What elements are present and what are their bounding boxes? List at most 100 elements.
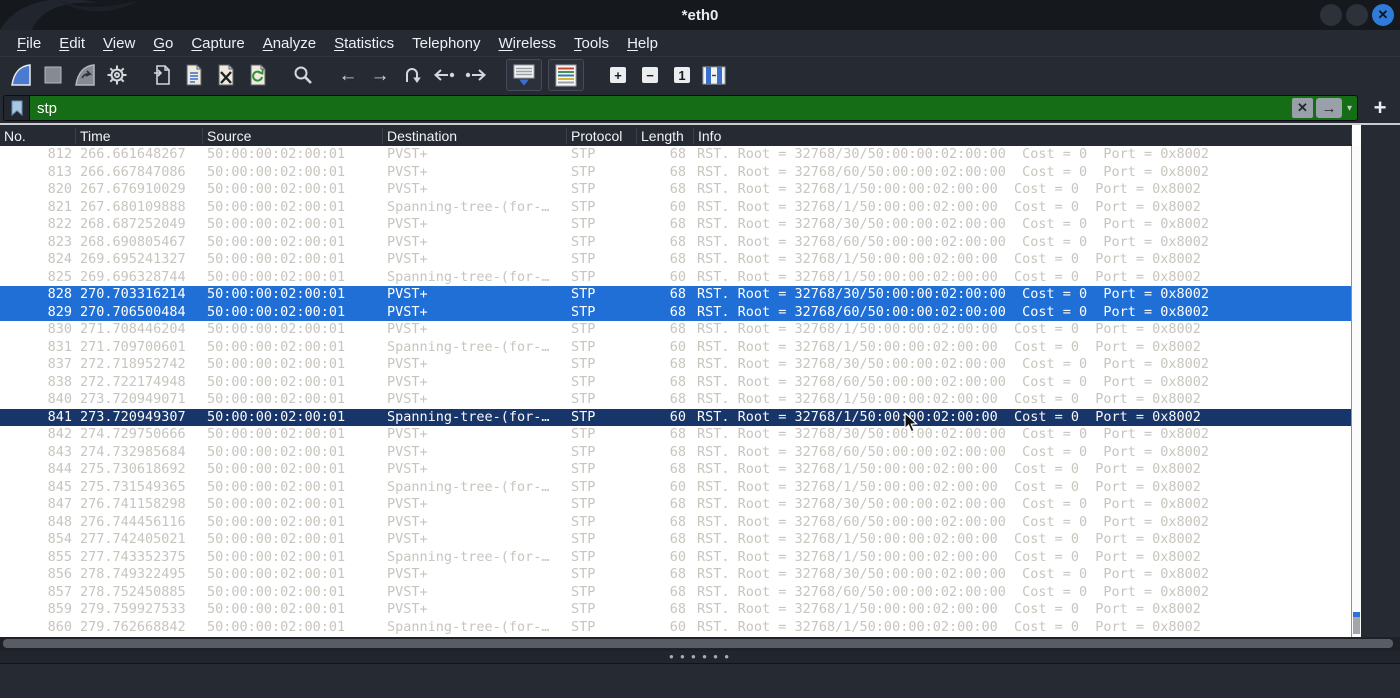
packet-row[interactable]: 848 276.744456116 50:00:00:02:00:01 PVST+ ST… <box>0 514 1352 532</box>
maximize-button[interactable] <box>1346 4 1368 26</box>
packet-cell-protocol: STP <box>571 566 596 582</box>
close-button[interactable]: ✕ <box>1372 4 1394 26</box>
menu-file[interactable]: File <box>8 32 50 55</box>
menu-edit[interactable]: Edit <box>50 32 94 55</box>
menu-view[interactable]: View <box>94 32 144 55</box>
menu-wireless[interactable]: Wireless <box>490 32 566 55</box>
go-forward-button[interactable]: → <box>365 60 395 90</box>
packet-cell-time: 268.687252049 <box>80 216 186 232</box>
packet-cell-no: 845 <box>47 478 72 495</box>
column-header-info[interactable]: Info <box>694 127 1352 144</box>
reload-file-button[interactable] <box>243 60 273 90</box>
close-file-button[interactable] <box>211 60 241 90</box>
packet-cell-length: 68 <box>669 496 686 512</box>
column-header-destination[interactable]: Destination <box>383 127 567 144</box>
add-filter-button[interactable]: + <box>1366 97 1394 119</box>
horizontal-scrollbar-thumb[interactable] <box>3 639 1393 648</box>
find-packet-button[interactable] <box>288 60 318 90</box>
packet-row[interactable]: 859 279.759927533 50:00:00:02:00:01 PVST+ ST… <box>0 601 1352 619</box>
minimize-button[interactable] <box>1320 4 1342 26</box>
packet-cell-source: 50:00:00:02:00:01 <box>207 408 346 425</box>
packet-row[interactable]: 825 269.696328744 50:00:00:02:00:01 Spannin… <box>0 269 1352 287</box>
go-back-button[interactable]: ← <box>333 60 363 90</box>
packet-row[interactable]: 812 266.661648267 50:00:00:02:00:01 PVST+ ST… <box>0 146 1352 164</box>
packet-row[interactable]: 842 274.729750666 50:00:00:02:00:01 PVST+ ST… <box>0 426 1352 444</box>
column-header-no[interactable]: No. <box>0 127 76 144</box>
packet-row[interactable]: 823 268.690805467 50:00:00:02:00:01 PVST+ ST… <box>0 234 1352 252</box>
packet-cell-no: 822 <box>47 216 72 232</box>
save-file-button[interactable] <box>179 60 209 90</box>
restart-capture-icon <box>74 63 96 87</box>
normal-size-button[interactable]: 1 <box>667 60 697 90</box>
menu-statistics[interactable]: Statistics <box>325 32 403 55</box>
go-to-packet-button[interactable] <box>397 60 427 90</box>
packet-cell-length: 60 <box>669 268 686 285</box>
display-filter-input[interactable]: stp ✕ → ▾ <box>3 95 1358 121</box>
packet-row[interactable]: 838 272.722174948 50:00:00:02:00:01 PVST+ ST… <box>0 374 1352 392</box>
packet-cell-length: 60 <box>669 408 686 425</box>
vertical-scrollbar[interactable] <box>1351 146 1361 637</box>
packet-cell-source: 50:00:00:02:00:01 <box>207 216 346 232</box>
zoom-out-button[interactable]: − <box>635 60 665 90</box>
resize-columns-button[interactable] <box>699 60 729 90</box>
packet-row[interactable]: 843 274.732985684 50:00:00:02:00:01 PVST+ ST… <box>0 444 1352 462</box>
packet-cell-protocol: STP <box>571 478 596 495</box>
menu-help[interactable]: Help <box>618 32 667 55</box>
packet-row[interactable]: 828 270.703316214 50:00:00:02:00:01 PVST+ ST… <box>0 286 1352 304</box>
go-first-packet-button[interactable] <box>429 60 459 90</box>
packet-cell-destination: PVST+ <box>387 426 428 442</box>
menu-go[interactable]: Go <box>144 32 182 55</box>
packet-row[interactable]: 837 272.718952742 50:00:00:02:00:01 PVST+ ST… <box>0 356 1352 374</box>
start-capture-button[interactable] <box>6 60 36 90</box>
vertical-scrollbar-thumb[interactable] <box>1353 612 1360 634</box>
menu-capture[interactable]: Capture <box>182 32 253 55</box>
packet-row[interactable]: 844 275.730618692 50:00:00:02:00:01 PVST+ ST… <box>0 461 1352 479</box>
pane-splitter[interactable]: ● ● ● ● ● ● <box>0 651 1400 663</box>
packet-cell-destination: Spanning-tree-(for-… <box>387 268 550 285</box>
packet-row[interactable]: 854 277.742405021 50:00:00:02:00:01 PVST+ ST… <box>0 531 1352 549</box>
packet-row[interactable]: 830 271.708446204 50:00:00:02:00:01 PVST+ ST… <box>0 321 1352 339</box>
packet-row[interactable]: 813 266.667847086 50:00:00:02:00:01 PVST+ ST… <box>0 164 1352 182</box>
menu-telephony[interactable]: Telephony <box>403 32 489 55</box>
packet-row[interactable]: 821 267.680109888 50:00:00:02:00:01 Spannin… <box>0 199 1352 217</box>
filter-dropdown-arrow[interactable]: ▾ <box>1342 103 1357 114</box>
packet-row[interactable]: 820 267.676910029 50:00:00:02:00:01 PVST+ ST… <box>0 181 1352 199</box>
packet-cell-time: 267.680109888 <box>80 198 186 215</box>
column-header-length[interactable]: Length <box>637 127 694 144</box>
packet-row[interactable]: 855 277.743352375 50:00:00:02:00:01 Spannin… <box>0 549 1352 567</box>
packet-row[interactable]: 831 271.709700601 50:00:00:02:00:01 Spannin… <box>0 339 1352 357</box>
auto-scroll-toggle-button[interactable] <box>506 59 542 91</box>
menu-analyze[interactable]: Analyze <box>254 32 325 55</box>
packet-detail-pane-empty <box>0 663 1400 698</box>
open-file-button[interactable] <box>147 60 177 90</box>
packet-cell-protocol: STP <box>571 181 596 197</box>
stop-capture-button[interactable] <box>38 60 68 90</box>
packet-row[interactable]: 857 278.752450885 50:00:00:02:00:01 PVST+ ST… <box>0 584 1352 602</box>
filter-bookmark-button[interactable] <box>4 96 30 120</box>
packet-cell-length: 60 <box>669 478 686 495</box>
colorize-toggle-icon <box>555 64 577 87</box>
apply-filter-button[interactable]: → <box>1315 98 1342 118</box>
horizontal-scrollbar[interactable] <box>0 637 1400 651</box>
packet-row[interactable]: 840 273.720949071 50:00:00:02:00:01 PVST+ ST… <box>0 391 1352 409</box>
packet-row[interactable]: 841 273.720949307 50:00:00:02:00:01 Spannin… <box>0 408 1352 426</box>
packet-row[interactable]: 860 279.762668842 50:00:00:02:00:01 Spannin… <box>0 619 1352 637</box>
restart-capture-button[interactable] <box>70 60 100 90</box>
menu-tools[interactable]: Tools <box>565 32 618 55</box>
column-header-time[interactable]: Time <box>76 127 203 144</box>
packet-row[interactable]: 856 278.749322495 50:00:00:02:00:01 PVST+ ST… <box>0 566 1352 584</box>
column-header-source[interactable]: Source <box>203 127 383 144</box>
packet-cell-time: 279.762668842 <box>80 618 186 635</box>
packet-row[interactable]: 829 270.706500484 50:00:00:02:00:01 PVST+ ST… <box>0 303 1352 321</box>
column-header-protocol[interactable]: Protocol <box>567 127 637 144</box>
colorize-toggle-button[interactable] <box>548 59 584 91</box>
packet-row[interactable]: 824 269.695241327 50:00:00:02:00:01 PVST+ ST… <box>0 251 1352 269</box>
zoom-in-button[interactable]: + <box>603 60 633 90</box>
packet-row[interactable]: 822 268.687252049 50:00:00:02:00:01 PVST+ ST… <box>0 216 1352 234</box>
clear-filter-button[interactable]: ✕ <box>1291 98 1313 118</box>
capture-options-button[interactable] <box>102 60 132 90</box>
go-last-packet-button[interactable] <box>461 60 491 90</box>
packet-row[interactable]: 847 276.741158298 50:00:00:02:00:01 PVST+ ST… <box>0 496 1352 514</box>
packet-cell-time: 269.695241327 <box>80 251 186 267</box>
packet-row[interactable]: 845 275.731549365 50:00:00:02:00:01 Spannin… <box>0 479 1352 497</box>
